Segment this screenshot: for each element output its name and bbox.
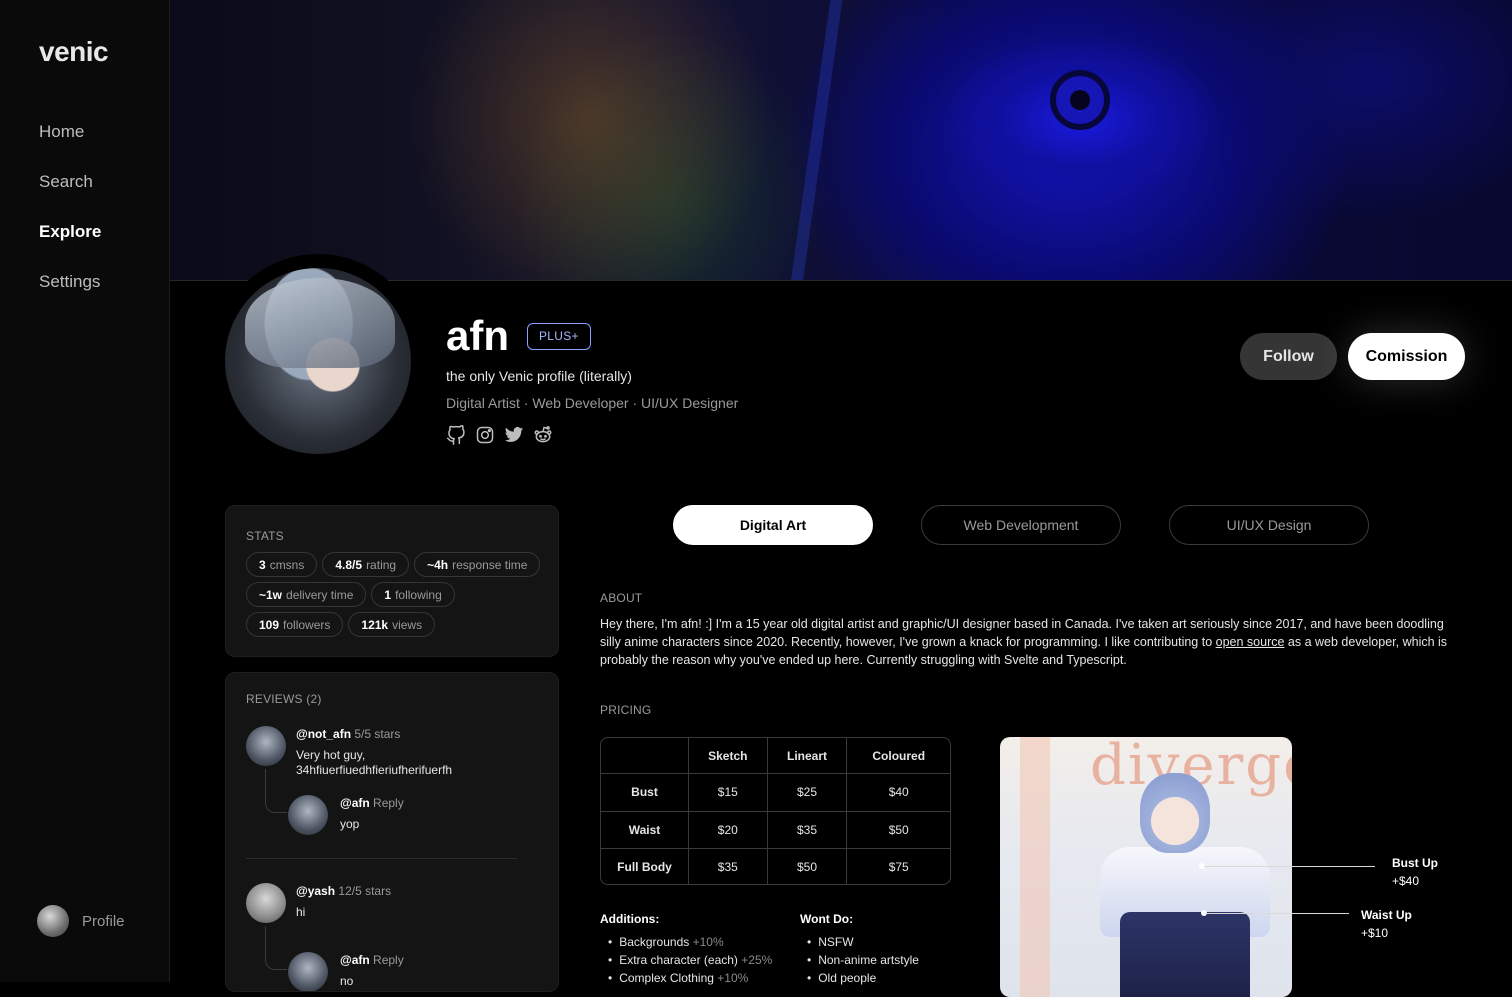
price-cell: $50 xyxy=(768,849,848,884)
about-title: ABOUT xyxy=(600,591,643,605)
annotation-waist-up: Waist Up +$10 xyxy=(1361,908,1412,940)
list-item: Complex Clothing +10% xyxy=(608,969,772,987)
commission-button[interactable]: Comission xyxy=(1348,333,1465,380)
reply-button[interactable]: Reply xyxy=(373,796,404,810)
pricing-title: PRICING xyxy=(600,703,652,717)
tab-digital-art[interactable]: Digital Art xyxy=(673,505,873,545)
stat-chip: 3 cmsns xyxy=(246,552,318,577)
avatar[interactable] xyxy=(288,952,328,991)
table-row: Bust $15 $25 $40 xyxy=(601,774,950,812)
reviews-title: REVIEWS (2) xyxy=(246,692,322,706)
follow-button[interactable]: Follow xyxy=(1240,333,1337,380)
reply-header: @afn Reply xyxy=(340,796,404,810)
list-item: NSFW xyxy=(807,933,919,951)
profile-roles: Digital Artist · Web Developer · UI/UX D… xyxy=(446,395,739,411)
stats-title: STATS xyxy=(246,529,284,543)
price-cell: $25 xyxy=(767,774,848,812)
stat-chip: 109 followers xyxy=(246,612,344,637)
logo[interactable]: venic xyxy=(39,36,109,68)
stat-chip: ~1w delivery time xyxy=(246,582,367,607)
twitter-icon[interactable] xyxy=(504,425,524,445)
row-header: Waist xyxy=(601,811,689,849)
price-cell: $20 xyxy=(689,811,768,849)
stat-chip: 121k views xyxy=(348,612,436,637)
additions-list: Backgrounds +10% Extra character (each) … xyxy=(608,933,772,987)
profile-tagline: the only Venic profile (literally) xyxy=(446,368,632,384)
wont-do-list: NSFW Non-anime artstyle Old people xyxy=(807,933,919,987)
review-text: hi xyxy=(296,905,306,919)
list-item: Extra character (each) +25% xyxy=(608,951,772,969)
list-item: Non-anime artstyle xyxy=(807,951,919,969)
price-cell: $35 xyxy=(689,849,768,884)
list-item: Old people xyxy=(807,969,919,987)
profile-username: afn xyxy=(446,312,509,359)
profile-link[interactable]: Profile xyxy=(37,905,125,937)
reply-thread-line xyxy=(265,769,287,813)
avatar[interactable] xyxy=(246,883,286,923)
plus-badge: PLUS+ xyxy=(527,323,591,350)
tab-web-development[interactable]: Web Development xyxy=(921,505,1121,545)
column-header: Lineart xyxy=(767,738,848,774)
reply-button[interactable]: Reply xyxy=(373,953,404,967)
row-header: Full Body xyxy=(601,849,689,884)
social-links xyxy=(446,425,553,445)
reviews-card: REVIEWS (2) @not_afn 5/5 stars Very hot … xyxy=(225,672,559,992)
price-cell: $50 xyxy=(847,812,950,849)
list-item: Backgrounds +10% xyxy=(608,933,772,951)
profile-avatar xyxy=(225,268,411,454)
price-cell: $35 xyxy=(767,811,848,849)
stat-chip: 4.8/5 rating xyxy=(322,552,410,577)
instagram-icon[interactable] xyxy=(475,425,495,445)
reply-text: yop xyxy=(340,817,360,831)
pricing-table: Sketch Lineart Coloured Bust $15 $25 $40… xyxy=(600,737,951,885)
price-cell: $75 xyxy=(888,859,909,874)
nav-home[interactable]: Home xyxy=(39,122,84,142)
table-row: Waist $20 $35 $50 xyxy=(601,811,950,849)
additions-title: Additions: xyxy=(600,912,660,926)
nav-search[interactable]: Search xyxy=(39,172,93,192)
profile-label: Profile xyxy=(82,912,125,930)
review-header: @not_afn 5/5 stars xyxy=(296,727,401,741)
table-header-row: Sketch Lineart Coloured xyxy=(601,738,950,774)
reddit-icon[interactable] xyxy=(533,425,553,445)
wont-do-title: Wont Do: xyxy=(800,912,854,926)
column-header: Sketch xyxy=(689,738,768,774)
divider xyxy=(246,858,517,859)
review-header: @yash 12/5 stars xyxy=(296,884,392,898)
row-header: Bust xyxy=(601,774,689,812)
profile-banner xyxy=(170,0,1512,281)
column-header: Coloured xyxy=(847,738,950,774)
open-source-link[interactable]: open source xyxy=(1216,635,1285,649)
art-preview-image[interactable]: diverge xyxy=(1000,737,1292,997)
reply-thread-line xyxy=(265,926,287,970)
avatar[interactable] xyxy=(288,795,328,835)
nav-settings[interactable]: Settings xyxy=(39,272,100,292)
annotation-bust-up: Bust Up +$40 xyxy=(1392,856,1438,888)
stat-chip: ~4h response time xyxy=(414,552,541,577)
stat-chip: 1 following xyxy=(371,582,455,607)
avatar xyxy=(37,905,69,937)
sidebar: venic Home Search Explore Settings Profi… xyxy=(0,0,170,982)
tab-uiux-design[interactable]: UI/UX Design xyxy=(1169,505,1369,545)
nav-explore[interactable]: Explore xyxy=(39,222,101,242)
avatar[interactable] xyxy=(246,726,286,766)
about-text: Hey there, I'm afn! :] I'm a 15 year old… xyxy=(600,617,1448,667)
annotation-line xyxy=(1204,866,1375,867)
review-text: Very hot guy, 34hfiuerfiuedhfieriufherif… xyxy=(296,748,453,777)
stats-card: STATS 3 cmsns 4.8/5 rating ~4h response tim… xyxy=(225,505,559,657)
annotation-line xyxy=(1206,913,1349,914)
table-row: Full Body $35 $50 $75 xyxy=(601,849,950,884)
price-cell: $15 xyxy=(689,774,768,812)
price-cell: $40 xyxy=(847,774,950,812)
stats-chips: 3 cmsns 4.8/5 rating ~4h response time ~1w d… xyxy=(246,552,546,637)
reply-header: @afn Reply xyxy=(340,953,404,967)
github-icon[interactable] xyxy=(446,425,466,445)
